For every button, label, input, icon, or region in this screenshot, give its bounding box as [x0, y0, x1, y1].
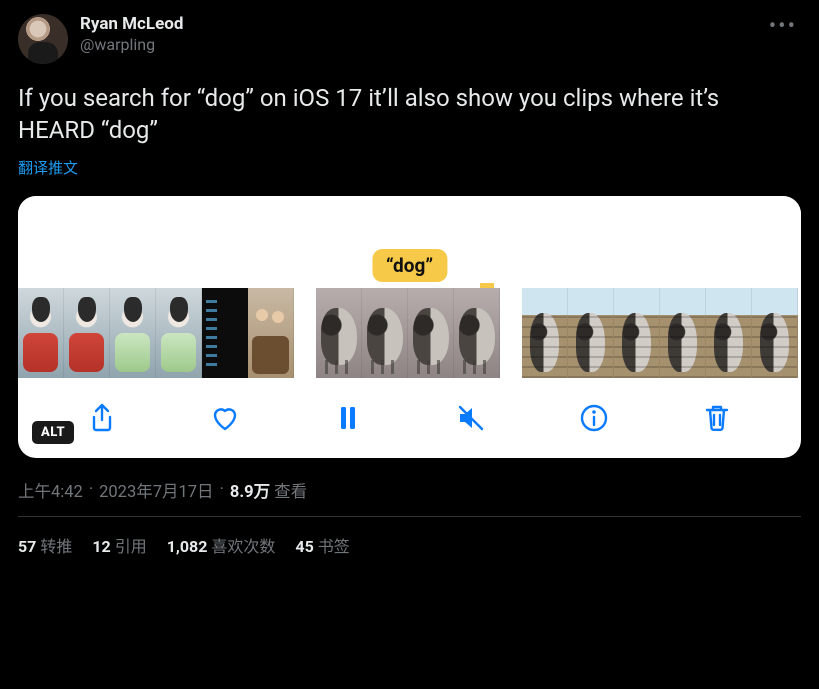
media-top-area: “dog”: [18, 196, 801, 288]
clip-group-3[interactable]: [522, 288, 798, 378]
retweet-label: 转推: [40, 537, 72, 556]
heart-icon[interactable]: [207, 400, 243, 436]
clip-group-1[interactable]: [18, 288, 294, 378]
thumbnail: [362, 288, 408, 378]
thumbnail: [614, 288, 660, 378]
thumbnail: [64, 288, 110, 378]
mute-icon[interactable]: [453, 400, 489, 436]
pause-icon[interactable]: [330, 400, 366, 436]
tweet-container: Ryan McLeod @warpling ••• If you search …: [0, 0, 819, 557]
quote-count: 12: [92, 537, 110, 556]
thumbnail: [18, 288, 64, 378]
trash-icon[interactable]: [699, 400, 735, 436]
retweet-count: 57: [18, 537, 36, 556]
tweet-header: Ryan McLeod @warpling: [18, 14, 801, 64]
avatar[interactable]: [18, 14, 68, 64]
quote-label: 引用: [115, 537, 147, 556]
thumbnail: [660, 288, 706, 378]
translate-link[interactable]: 翻译推文: [18, 157, 78, 178]
author-names[interactable]: Ryan McLeod @warpling: [80, 14, 183, 55]
stat-bookmarks[interactable]: 45 书签: [295, 533, 349, 557]
stat-likes[interactable]: 1,082喜欢次数: [167, 533, 276, 557]
thumbnail: [752, 288, 798, 378]
tweet-time: 上午4:42: [18, 478, 83, 502]
clip-group-2[interactable]: [316, 288, 500, 378]
info-icon[interactable]: [576, 400, 612, 436]
thumbnail: [522, 288, 568, 378]
handle: @warpling: [80, 35, 183, 55]
like-label: 喜欢次数: [211, 537, 275, 556]
alt-badge[interactable]: ALT: [32, 421, 74, 444]
bookmark-count: 45: [295, 537, 313, 556]
media-card[interactable]: “dog”: [18, 196, 801, 458]
tweet-text: If you search for “dog” on iOS 17 it’ll …: [18, 82, 801, 147]
thumbnail: [156, 288, 202, 378]
thumbnail: [202, 288, 248, 378]
caption-tag: “dog”: [372, 249, 447, 282]
tweet-stats: 57转推 12 引用 1,082喜欢次数 45 书签: [18, 517, 801, 557]
like-count: 1,082: [167, 537, 208, 556]
thumbnail: [248, 288, 294, 378]
views-count: 8.9万: [230, 478, 270, 502]
thumbnail: [316, 288, 362, 378]
thumbnail: [110, 288, 156, 378]
thumbnail: [454, 288, 500, 378]
share-icon[interactable]: [84, 400, 120, 436]
more-icon[interactable]: •••: [761, 10, 805, 43]
thumbnail: [568, 288, 614, 378]
stat-retweets[interactable]: 57转推: [18, 533, 72, 557]
media-toolbar: [18, 378, 801, 446]
stat-quotes[interactable]: 12 引用: [92, 533, 146, 557]
tweet-meta[interactable]: 上午4:42 · 2023年7月17日 · 8.9万 查看: [18, 478, 801, 502]
meta-separator: ·: [87, 480, 95, 499]
bookmark-label: 书签: [318, 537, 350, 556]
display-name: Ryan McLeod: [80, 14, 183, 35]
thumbnail: [408, 288, 454, 378]
tweet-date: 2023年7月17日: [99, 478, 213, 502]
meta-separator: ·: [218, 480, 226, 499]
views-label: 查看: [274, 478, 307, 502]
filmstrip[interactable]: [18, 288, 801, 378]
thumbnail: [706, 288, 752, 378]
